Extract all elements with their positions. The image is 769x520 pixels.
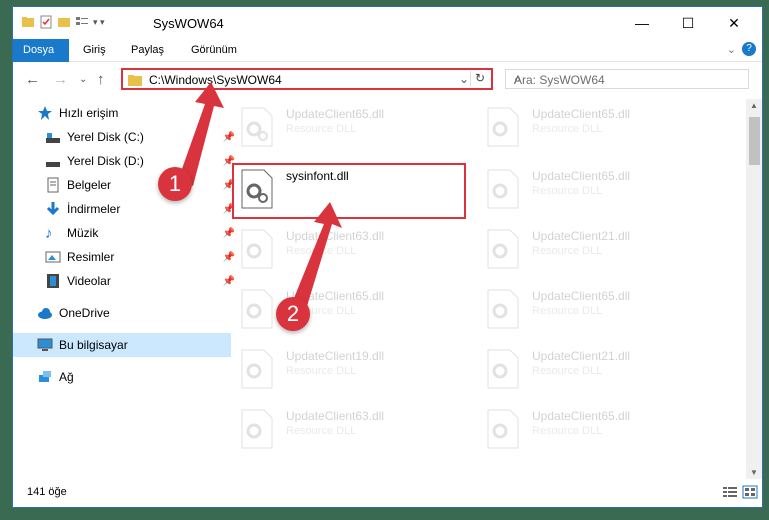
drive-icon — [45, 153, 61, 169]
customize-toolbar-icon[interactable]: ▾ ▾ — [93, 17, 105, 28]
close-button[interactable]: ✕ — [711, 7, 757, 39]
folder-icon[interactable] — [21, 15, 35, 29]
list-item[interactable]: UpdateClient65.dll Resource DLL — [232, 103, 462, 155]
cloud-icon — [37, 305, 53, 321]
dll-file-icon — [486, 169, 520, 209]
list-item[interactable]: UpdateClient19.dll Resource DLL — [232, 345, 462, 397]
list-item[interactable]: UpdateClient65.dll Resource DLL — [232, 285, 462, 337]
tab-view[interactable]: Görünüm — [181, 39, 247, 61]
step-1-badge: 1 — [158, 167, 192, 201]
list-item[interactable]: UpdateClient65.dll Resource DLL — [478, 405, 708, 457]
forward-button[interactable]: → — [53, 71, 68, 88]
list-item[interactable]: UpdateClient65.dll Resource DLL — [478, 103, 708, 155]
computer-icon — [37, 337, 53, 353]
pictures-icon — [45, 249, 61, 265]
navigation-bar: ← → ⌄ ↑ C:\Windows\SysWOW64 ⌄ ↻ Ara: Sys… — [13, 62, 762, 96]
sidebar-item-pictures[interactable]: Resimler 📌 — [13, 245, 239, 269]
star-icon — [37, 105, 53, 121]
scroll-down-icon[interactable]: ▼ — [750, 468, 758, 477]
sidebar-item-quick-access[interactable]: Hızlı erişim — [13, 101, 231, 125]
view-options-icon[interactable] — [75, 15, 89, 29]
minimize-button[interactable]: — — [619, 7, 665, 39]
list-item[interactable]: UpdateClient65.dll Resource DLL — [478, 285, 708, 337]
explorer-window: ▾ ▾ SysWOW64 — ☐ ✕ Dosya Giriş Paylaş Gö… — [12, 6, 763, 508]
folder-icon — [127, 73, 143, 90]
new-folder-icon[interactable] — [57, 15, 71, 29]
dll-file-icon — [240, 349, 274, 389]
tab-share[interactable]: Paylaş — [121, 39, 174, 61]
dll-file-icon — [486, 409, 520, 449]
sidebar-item-local-disk-d[interactable]: Yerel Disk (D:) 📌 — [13, 149, 239, 173]
large-icons-view-icon[interactable] — [742, 485, 758, 502]
window-title: SysWOW64 — [153, 16, 224, 31]
dll-file-icon — [486, 229, 520, 269]
list-item[interactable]: UpdateClient21.dll Resource DLL — [478, 345, 708, 397]
dll-file-icon — [486, 289, 520, 329]
up-button[interactable]: ↑ — [97, 71, 105, 88]
download-icon — [45, 201, 61, 217]
address-path: C:\Windows\SysWOW64 — [149, 73, 282, 87]
list-item[interactable]: UpdateClient63.dll Resource DLL — [232, 405, 462, 457]
back-button[interactable]: ← — [25, 71, 40, 88]
sidebar-item-music[interactable]: ♪ Müzik 📌 — [13, 221, 239, 245]
status-bar: 141 öğe — [13, 479, 762, 507]
sidebar-item-network[interactable]: Ağ — [13, 365, 231, 389]
list-item[interactable]: UpdateClient65.dll Resource DLL — [478, 165, 708, 217]
refresh-icon[interactable]: ↻ — [470, 71, 489, 87]
dll-file-icon — [240, 107, 274, 147]
ribbon-tabs: Dosya Giriş Paylaş Görünüm ⌄ ? — [13, 39, 762, 91]
help-icon[interactable]: ? — [742, 42, 756, 56]
recent-locations-icon[interactable]: ⌄ — [79, 74, 87, 85]
drive-icon — [45, 129, 61, 145]
address-bar[interactable]: C:\Windows\SysWOW64 ⌄ ↻ — [121, 68, 493, 90]
file-list: UpdateClient65.dll Resource DLL sysinfon… — [210, 99, 744, 471]
dll-file-icon — [240, 409, 274, 449]
dll-file-icon — [240, 289, 274, 329]
dll-file-icon — [486, 349, 520, 389]
address-dropdown-icon[interactable]: ⌄ — [459, 72, 469, 86]
sidebar-item-documents[interactable]: Belgeler 📌 — [13, 173, 239, 197]
sidebar-item-onedrive[interactable]: OneDrive — [13, 301, 231, 325]
music-icon: ♪ — [45, 225, 53, 242]
navigation-pane: Hızlı erişim Yerel Disk (C:) 📌 Yerel Dis… — [13, 99, 235, 479]
expand-ribbon-icon[interactable]: ⌄ — [727, 43, 736, 56]
videos-icon — [45, 273, 61, 289]
scroll-thumb[interactable] — [749, 117, 760, 165]
step-2-badge: 2 — [276, 297, 310, 331]
search-icon: ⌕ — [514, 72, 521, 86]
item-count: 141 öğe — [27, 486, 67, 498]
details-view-icon[interactable] — [722, 485, 738, 502]
documents-icon — [45, 177, 61, 193]
sidebar-item-downloads[interactable]: İndirmeler 📌 — [13, 197, 239, 221]
maximize-button[interactable]: ☐ — [665, 7, 711, 39]
vertical-scrollbar[interactable]: ▲ ▼ — [746, 99, 762, 479]
sidebar-item-local-disk-c[interactable]: Yerel Disk (C:) 📌 — [13, 125, 239, 149]
sidebar-item-videos[interactable]: Videolar 📌 — [13, 269, 239, 293]
tab-home[interactable]: Giriş — [73, 39, 116, 61]
list-item[interactable]: UpdateClient21.dll Resource DLL — [478, 225, 708, 277]
properties-icon[interactable] — [39, 15, 53, 29]
search-input[interactable]: Ara: SysWOW64 ⌕ — [505, 69, 749, 89]
highlight-box — [232, 163, 466, 219]
sidebar-item-this-pc[interactable]: Bu bilgisayar — [13, 333, 231, 357]
scroll-up-icon[interactable]: ▲ — [750, 101, 758, 110]
title-bar: ▾ ▾ SysWOW64 — ☐ ✕ — [13, 7, 762, 39]
dll-file-icon — [486, 107, 520, 147]
network-icon — [37, 369, 53, 385]
quick-access-toolbar: ▾ ▾ — [21, 15, 105, 29]
dll-file-icon — [240, 229, 274, 269]
list-item[interactable]: UpdateClient63.dll Resource DLL — [232, 225, 462, 277]
